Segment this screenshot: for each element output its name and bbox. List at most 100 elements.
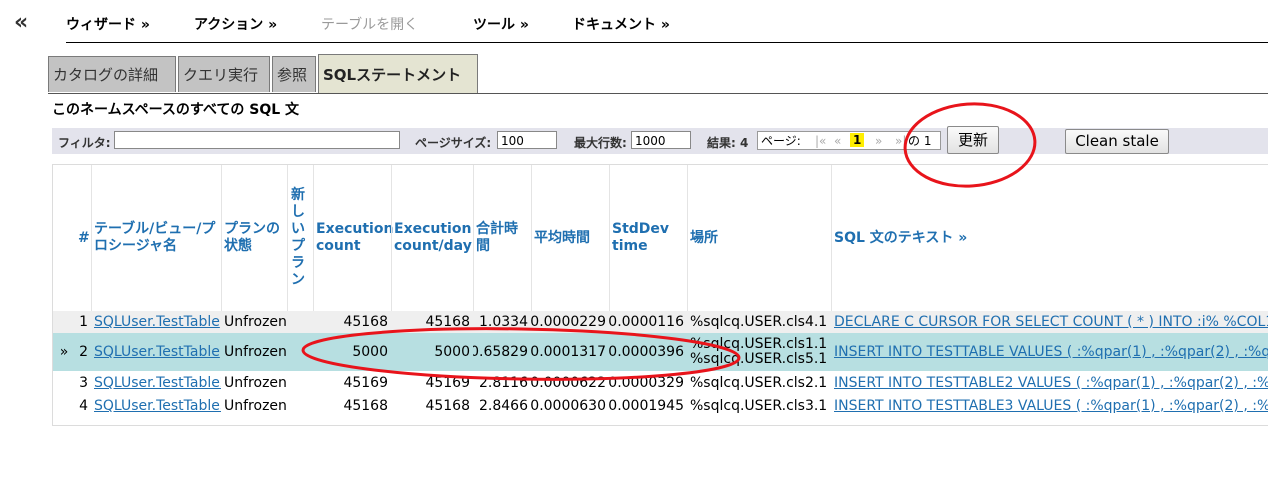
pager-current-page[interactable]: 1 (850, 133, 865, 147)
total-time: 1.0334 (479, 314, 528, 330)
avg-time: 0.0000630 (531, 398, 606, 414)
location: %sqlcq.USER.cls2.1 (690, 375, 828, 391)
col-separator (287, 165, 288, 311)
page-subtitle: このネームスペースのすべての SQL 文 (52, 102, 300, 118)
col-header-exec-count[interactable]: Execution count (313, 165, 393, 311)
refresh-button[interactable]: 更新 (947, 126, 999, 154)
row-marker (53, 371, 75, 395)
max-rows-label: 最大行数: (574, 136, 627, 150)
location-line: %sqlcq.USER.cls1.1 (690, 336, 828, 352)
avg-time: 0.0000622 (531, 375, 606, 391)
sql-text-link[interactable]: INSERT INTO TESTTABLE2 VALUES ( :%qpar(1… (831, 371, 1268, 395)
sql-text-link[interactable]: DECLARE C CURSOR FOR SELECT COUNT ( * ) … (831, 311, 1268, 333)
total-time: 2.8466 (479, 398, 528, 414)
stddev-time: 0.0000396 (609, 344, 684, 360)
stddev-time: 0.0000329 (609, 375, 684, 391)
stddev-time: 0.0001945 (609, 398, 684, 414)
filter-input[interactable] (114, 131, 400, 149)
row-marker (53, 395, 75, 417)
pager-total: の 1 (908, 134, 932, 148)
col-separator (473, 165, 474, 311)
table-name-link[interactable]: SQLUser.TestTable2 (91, 371, 221, 395)
table-row-selected[interactable]: » 2 SQLUser.TestTable Unfrozen 5000 5000… (53, 333, 1268, 371)
exec-per-day: 45168 (425, 314, 470, 330)
exec-per-day: 45168 (425, 398, 470, 414)
col-separator (221, 165, 222, 311)
page-size-label: ページサイズ: (415, 136, 492, 150)
avg-time: 0.0000229 (531, 314, 606, 330)
tab-query-execute[interactable]: クエリ実行 (178, 56, 270, 92)
col-separator (391, 165, 392, 311)
plan-state: Unfrozen (224, 375, 287, 391)
location: %sqlcq.USER.cls4.1 (690, 314, 828, 330)
col-header-new-plan[interactable]: 新しいプラン (287, 165, 313, 311)
row-marker (53, 311, 75, 333)
row-number: 1 (79, 314, 88, 330)
col-header-avg-time[interactable]: 平均時間 (531, 165, 609, 311)
pager-prev-icon[interactable]: « (834, 132, 841, 150)
total-time: 0.65829 (473, 344, 528, 360)
table-name-link[interactable]: SQLUser.TestTable3 (91, 395, 221, 417)
top-menu: ウィザード » アクション » テーブルを開く ツール » ドキュメント » (66, 14, 1268, 43)
col-separator (687, 165, 688, 311)
pager-last-icon[interactable]: »| (895, 132, 906, 150)
row-number: 3 (79, 375, 88, 391)
results-count: 結果: 4 (707, 136, 749, 150)
col-separator (531, 165, 532, 311)
avg-time: 0.0001317 (531, 344, 606, 360)
exec-per-day: 5000 (434, 344, 470, 360)
collapse-chevron-icon[interactable]: « (14, 10, 28, 35)
col-separator (609, 165, 610, 311)
sql-statements-table: # テーブル/ビュー/プロシージャ名 プランの状態 新しいプラン Executi… (52, 164, 1268, 426)
exec-count: 45168 (343, 398, 388, 414)
col-separator (313, 165, 314, 311)
table-row[interactable]: 3 SQLUser.TestTable2 Unfrozen 45169 4516… (53, 371, 1268, 395)
selected-row-marker-icon: » (59, 344, 69, 360)
plan-state: Unfrozen (224, 344, 287, 360)
menu-documents[interactable]: ドキュメント » (572, 14, 670, 34)
menu-open-table: テーブルを開く (321, 17, 419, 33)
col-separator (831, 165, 832, 311)
table-row[interactable]: 4 SQLUser.TestTable3 Unfrozen 45168 4516… (53, 395, 1268, 417)
col-header-name[interactable]: テーブル/ビュー/プロシージャ名 (91, 165, 221, 311)
row-number: 2 (79, 344, 88, 360)
pager-label: ページ: (761, 134, 801, 148)
sql-text-link[interactable]: INSERT INTO TESTTABLE VALUES ( :%qpar(1)… (831, 333, 1268, 371)
col-header-plan-state[interactable]: プランの状態 (221, 165, 287, 311)
stddev-time: 0.0000116 (609, 314, 684, 330)
exec-count: 5000 (352, 344, 388, 360)
col-header-location[interactable]: 場所 (687, 165, 831, 311)
menu-wizard[interactable]: ウィザード » (66, 14, 150, 34)
col-header-stddev[interactable]: StdDev time (609, 165, 687, 311)
tab-divider (48, 93, 1268, 94)
table-name-link[interactable]: SQLUser.TestTable (91, 311, 221, 333)
plan-state: Unfrozen (224, 314, 287, 330)
table-row[interactable]: 1 SQLUser.TestTable Unfrozen 45168 45168… (53, 311, 1268, 333)
col-header-num[interactable]: # (75, 165, 91, 311)
exec-per-day: 45169 (425, 375, 470, 391)
col-header-exec-per-day[interactable]: Execution count/day (391, 165, 473, 311)
max-rows-input[interactable]: 1000 (631, 131, 691, 149)
col-separator (91, 165, 92, 311)
clean-stale-button[interactable]: Clean stale (1065, 129, 1169, 154)
page-size-input[interactable]: 100 (497, 131, 557, 149)
row-number: 4 (79, 398, 88, 414)
total-time: 2.8116 (479, 375, 528, 391)
filter-label: フィルタ: (58, 136, 111, 150)
menu-tools[interactable]: ツール » (473, 14, 529, 34)
menu-action[interactable]: アクション » (194, 14, 277, 34)
col-header-sql-text[interactable]: SQL 文のテキスト » (831, 165, 1268, 311)
exec-count: 45169 (343, 375, 388, 391)
pager: ページ: |« « 1 » »| の 1 (757, 131, 941, 150)
location: %sqlcq.USER.cls3.1 (690, 398, 828, 414)
table-name-link[interactable]: SQLUser.TestTable (91, 333, 221, 371)
col-header-total-time[interactable]: 合計時間 (473, 165, 531, 311)
tab-catalog-details[interactable]: カタログの詳細 (48, 56, 176, 92)
tab-browse[interactable]: 参照 (272, 56, 316, 92)
exec-count: 45168 (343, 314, 388, 330)
plan-state: Unfrozen (224, 398, 287, 414)
pager-first-icon[interactable]: |« (815, 132, 826, 150)
pager-next-icon[interactable]: » (875, 132, 882, 150)
sql-text-link[interactable]: INSERT INTO TESTTABLE3 VALUES ( :%qpar(1… (831, 395, 1268, 417)
tab-sql-statements[interactable]: SQLステートメント (318, 54, 478, 94)
